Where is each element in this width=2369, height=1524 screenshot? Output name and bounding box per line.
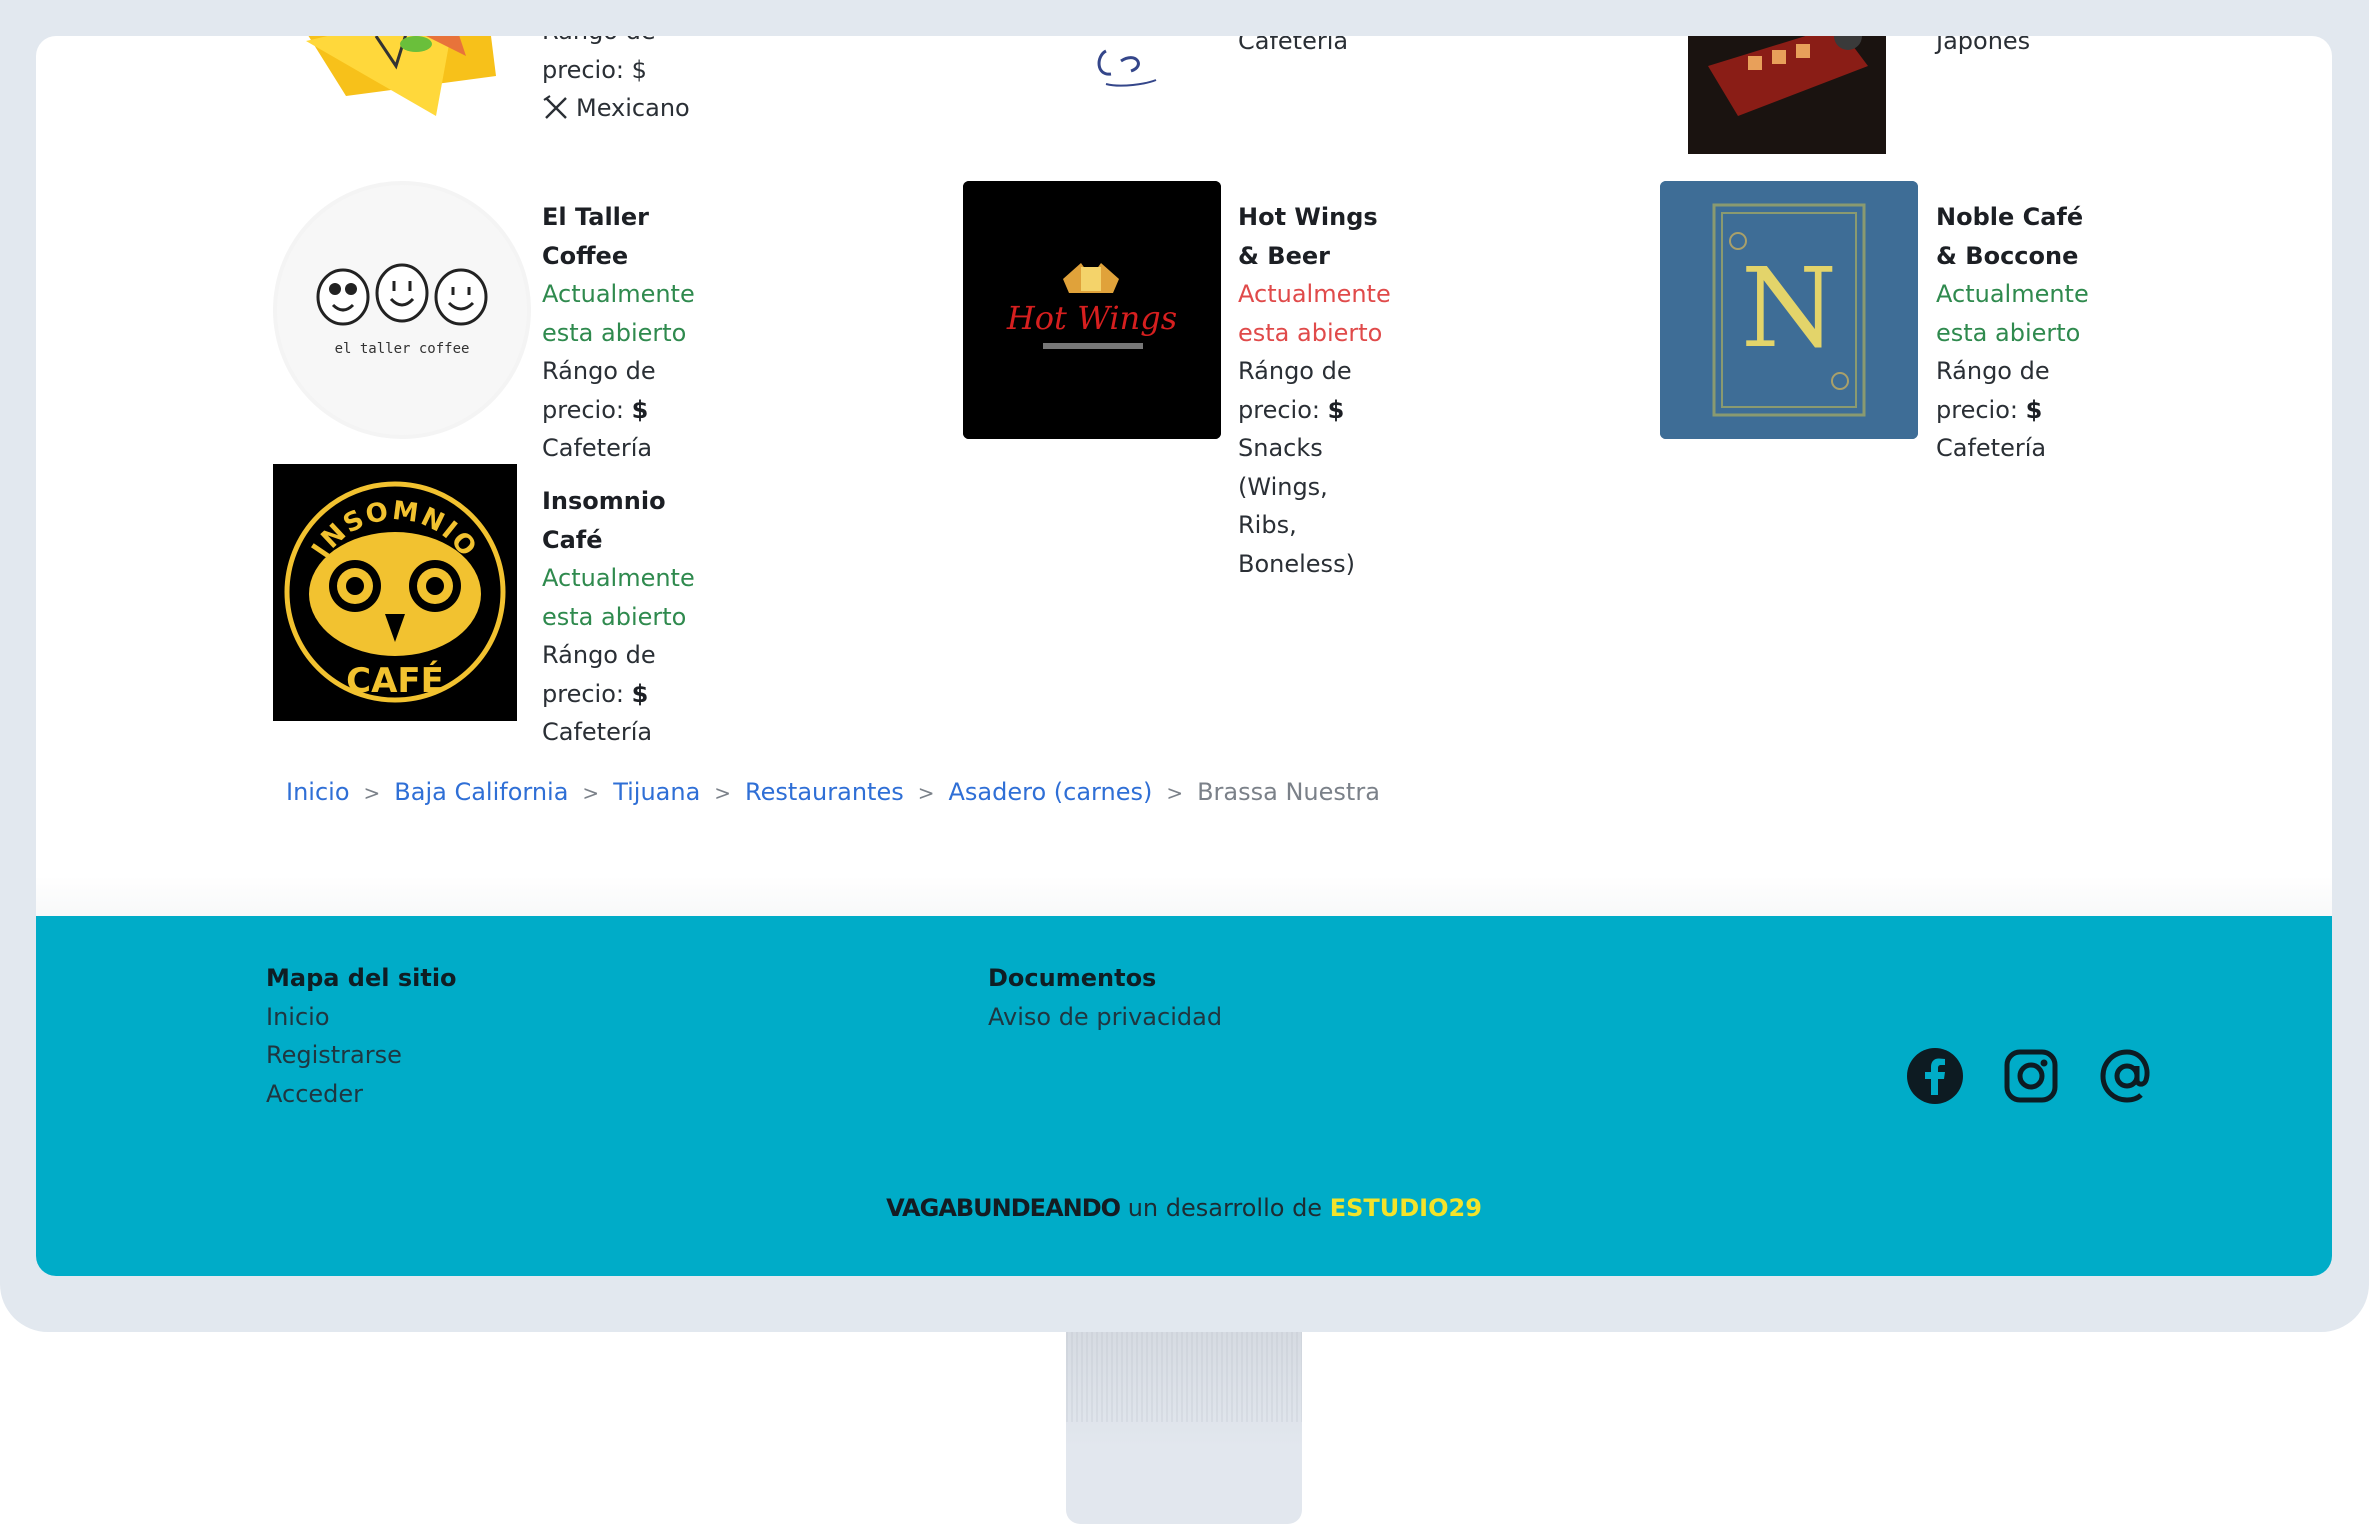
footer-sitemap: Mapa del sitio Inicio Registrarse Accede… (266, 959, 457, 1113)
footer-credit: VAGABUNDEANDO un desarrollo de ESTUDIO29 (36, 1194, 2332, 1222)
breadcrumb-separator: > (582, 781, 600, 805)
footer-documents: Documentos Aviso de privacidad (988, 959, 1222, 1036)
listing-category: Cafetería (1936, 434, 2047, 462)
listing-price-partial: Rango de precio: $ (542, 36, 656, 84)
footer-link-inicio[interactable]: Inicio (266, 998, 457, 1037)
listing-status: Actualmente esta abierto (1936, 280, 2089, 347)
category-label-partial: Japonés (1936, 36, 2031, 55)
studio-link[interactable]: ESTUDIO29 (1330, 1194, 1482, 1222)
listing-category: Cafetería (542, 434, 653, 462)
restaurant-logo: el taller coffee (273, 181, 531, 439)
footer-link-registrarse[interactable]: Registrarse (266, 1036, 457, 1075)
credit-text: un desarrollo de (1120, 1194, 1330, 1222)
breadcrumb-link-inicio[interactable]: Inicio (286, 778, 350, 806)
breadcrumb-link-tijuana[interactable]: Tijuana (613, 778, 700, 806)
breadcrumb-link-baja-california[interactable]: Baja California (394, 778, 568, 806)
social-links (1906, 1047, 2156, 1105)
listing-status: Actualmente esta abierto (542, 564, 695, 631)
fork-knife-icon (542, 94, 570, 122)
instagram-icon[interactable] (2002, 1047, 2060, 1105)
listing-price: Rángo de precio: $ (542, 636, 695, 713)
monitor-frame: Rango de precio: $ Mexicano Cafetería (0, 0, 2369, 1332)
listing-name[interactable]: Insomnio Café (542, 482, 695, 559)
breadcrumb-separator: > (1166, 781, 1184, 805)
breadcrumb-separator: > (917, 781, 935, 805)
price-value: $ (631, 679, 649, 708)
breadcrumb-separator: > (363, 781, 381, 805)
footer-link-aviso-privacidad[interactable]: Aviso de privacidad (988, 998, 1222, 1037)
breadcrumb-separator: > (714, 781, 732, 805)
listing-price: Rángo de precio: $ (542, 352, 695, 429)
breadcrumb-link-asadero[interactable]: Asadero (carnes) (948, 778, 1152, 806)
price-value: $ (1327, 395, 1345, 424)
listing-category-cont: Boneless) (1238, 549, 1355, 578)
listing-status: Actualmente esta abierto (1238, 280, 1391, 347)
category-label-partial: Cafetería (1238, 36, 1349, 55)
listing-category: Snacks (Wings, Ribs, (1238, 434, 1328, 539)
category-label: Mexicano (576, 94, 690, 122)
listing-name[interactable]: El Taller Coffee (542, 198, 695, 275)
price-value: $ (631, 395, 649, 424)
listing-price: Rángo de precio: $ (1238, 352, 1391, 429)
listing-price: Rángo de precio: $ (1936, 352, 2089, 429)
logo-text: el taller coffee (335, 341, 470, 357)
site-footer: Mapa del sitio Inicio Registrarse Accede… (36, 916, 2332, 1276)
restaurant-logo (1026, 36, 1206, 136)
restaurant-logo (286, 36, 526, 136)
breadcrumb-link-restaurantes[interactable]: Restaurantes (745, 778, 904, 806)
breadcrumb: Inicio > Baja California > Tijuana > Restauran… (286, 778, 1380, 806)
restaurant-photo (1688, 36, 1886, 154)
breadcrumb-current: Brassa Nuestra (1197, 778, 1380, 806)
listing-name[interactable]: Hot Wings & Beer (1238, 198, 1391, 275)
listing-status: Actualmente esta abierto (542, 280, 695, 347)
price-value: $ (2025, 395, 2043, 424)
footer-sitemap-title: Mapa del sitio (266, 964, 457, 992)
facebook-icon[interactable] (1906, 1047, 1964, 1105)
email-at-icon[interactable] (2098, 1047, 2156, 1105)
listing-category: Cafetería (542, 718, 653, 746)
footer-link-acceder[interactable]: Acceder (266, 1075, 457, 1114)
brand-name: VAGABUNDEANDO (886, 1194, 1121, 1222)
logo-text: Hot Wings (1006, 299, 1177, 337)
monitor-stand-texture (1066, 1332, 1302, 1422)
browser-viewport: Rango de precio: $ Mexicano Cafetería (36, 36, 2332, 1276)
logo-text-bottom: CAFÉ (346, 660, 444, 701)
footer-documents-title: Documentos (988, 964, 1157, 992)
listing-category: Mexicano (542, 89, 690, 128)
restaurant-logo: Hot Wings (963, 181, 1221, 439)
listing-name[interactable]: Noble Café & Boccone (1936, 198, 2089, 275)
restaurant-logo: INSOMNIO CAFÉ (273, 464, 517, 721)
restaurant-logo: N (1660, 181, 1918, 439)
logo-text: N (1741, 244, 1837, 372)
